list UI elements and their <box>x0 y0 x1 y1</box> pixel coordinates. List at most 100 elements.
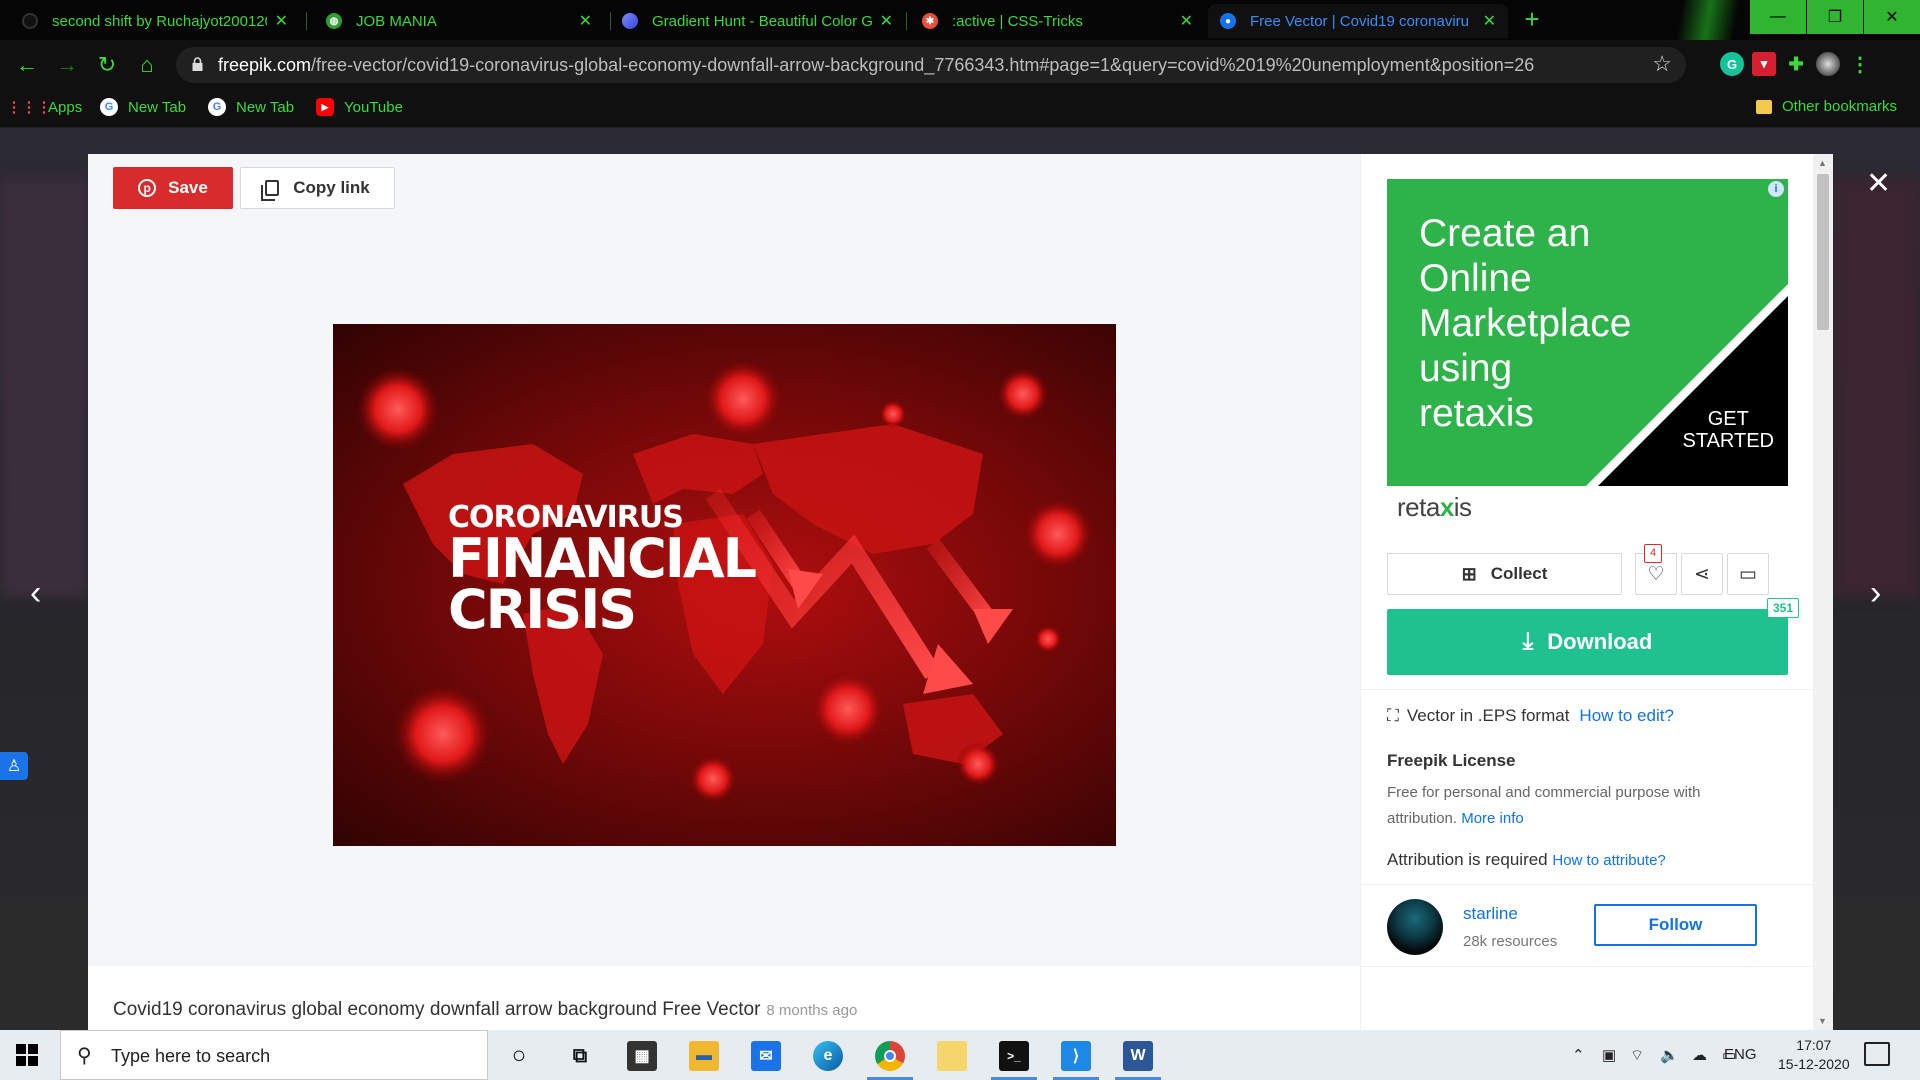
profile-avatar-icon[interactable] <box>1816 52 1840 76</box>
copy-link-button[interactable]: Copy link <box>240 167 395 209</box>
scroll-up-icon[interactable]: ▲ <box>1818 158 1827 168</box>
close-tab-icon[interactable]: ✕ <box>275 11 288 31</box>
advertisement-banner[interactable]: i Create an Online Marketplace using ret… <box>1387 179 1788 486</box>
likes-count-badge: 4 <box>1644 544 1662 563</box>
user-icon[interactable]: ♙ <box>0 752 28 780</box>
close-tab-icon[interactable]: ✕ <box>880 11 893 31</box>
format-text: Vector in .EPS format <box>1406 706 1570 725</box>
microsoft-store-icon[interactable]: ▦ <box>615 1034 669 1078</box>
author-avatar[interactable] <box>1387 899 1443 955</box>
previous-arrow-icon[interactable]: ‹ <box>30 576 41 610</box>
how-to-attribute-link[interactable]: How to attribute? <box>1552 852 1665 869</box>
url-text: freepik.com/free-vector/covid19-coronavi… <box>218 55 1534 76</box>
show-hidden-icons-chevron-icon[interactable]: ⌃ <box>1572 1046 1585 1064</box>
bookmark-new-tab-1[interactable]: G New Tab <box>100 98 186 116</box>
ad-cta-line: GET <box>1707 408 1749 430</box>
author-resources: 28k resources <box>1463 933 1558 950</box>
grammarly-icon[interactable]: G <box>1720 52 1744 76</box>
home-icon[interactable]: ⌂ <box>134 52 160 78</box>
ad-info-icon[interactable]: i <box>1768 181 1784 197</box>
terminal-icon[interactable]: >_ <box>987 1034 1041 1080</box>
pocket-icon[interactable]: ▾ <box>1752 52 1776 76</box>
tab-4[interactable]: ✱ :active | CSS-Tricks ✕ <box>910 4 1205 38</box>
word-icon[interactable]: W <box>1111 1034 1165 1080</box>
forward-arrow-icon[interactable]: → <box>54 52 80 78</box>
vector-format-icon: ⛶ <box>1387 706 1399 725</box>
license-description: Free for personal and commercial purpose… <box>1387 780 1767 832</box>
edge-icon[interactable]: e <box>801 1034 855 1078</box>
device-icon[interactable]: ▣ <box>1602 1046 1616 1064</box>
windows-start-icon[interactable] <box>16 1044 38 1066</box>
next-arrow-icon[interactable]: › <box>1870 576 1881 610</box>
how-to-edit-link[interactable]: How to edit? <box>1579 706 1674 726</box>
taskbar-search-box[interactable]: ⚲ Type here to search <box>60 1030 488 1080</box>
mail-icon[interactable]: ✉ <box>739 1034 793 1078</box>
modal-scrollbar[interactable]: ▲ ▼ <box>1813 154 1833 1030</box>
close-tab-icon[interactable]: ✕ <box>1483 11 1496 31</box>
download-button[interactable]: ⤓ Download <box>1387 609 1788 675</box>
chrome-taskbar-icon[interactable] <box>863 1034 917 1080</box>
scrollbar-thumb[interactable] <box>1817 174 1829 330</box>
menu-dots-icon[interactable]: ⋮ <box>1848 52 1872 76</box>
bookmark-apps[interactable]: ⋮⋮⋮ Apps <box>7 98 83 117</box>
bookmark-other[interactable]: Other bookmarks <box>1756 98 1897 115</box>
tab-title: Gradient Hunt - Beautiful Color G <box>652 12 872 30</box>
tab-3[interactable]: Gradient Hunt - Beautiful Color G ✕ <box>610 4 905 38</box>
comment-button[interactable]: ▭ <box>1727 553 1769 595</box>
close-window-icon[interactable]: ✕ <box>1864 0 1920 34</box>
author-name-link[interactable]: starline <box>1463 904 1518 924</box>
tab-1[interactable]: second shift by Ruchajyot200120 ✕ <box>10 4 300 38</box>
more-info-link[interactable]: More info <box>1461 810 1524 827</box>
published-ago: 8 months ago <box>766 1002 858 1019</box>
tab-2[interactable]: ◍ JOB MANIA ✕ <box>314 4 604 38</box>
share-icon: ⋖ <box>1694 563 1710 585</box>
extensions-puzzle-icon[interactable]: ✚ <box>1784 52 1808 76</box>
ad-logo: retaxis <box>1397 492 1472 523</box>
back-arrow-icon[interactable]: ← <box>14 52 40 78</box>
heart-icon: ♡ <box>1647 563 1665 585</box>
restore-icon[interactable]: ❐ <box>1807 0 1863 34</box>
bookmark-new-tab-2[interactable]: G New Tab <box>208 98 294 116</box>
github-icon <box>22 13 38 29</box>
minimize-icon[interactable]: — <box>1750 0 1806 34</box>
search-placeholder: Type here to search <box>111 1046 271 1066</box>
volume-icon[interactable]: 🔈 <box>1660 1046 1679 1064</box>
pinterest-icon: p <box>138 179 157 197</box>
close-modal-icon[interactable]: ✕ <box>1866 166 1891 201</box>
image-headline: CORONAVIRUS FINANCIAL CRISIS <box>448 503 757 637</box>
ad-logo-part: is <box>1453 492 1472 522</box>
notification-center-icon[interactable] <box>1864 1042 1890 1066</box>
bookmark-youtube[interactable]: ▶ YouTube <box>316 98 403 116</box>
ad-cta[interactable]: GET STARTED <box>1683 408 1775 452</box>
scroll-down-icon[interactable]: ▼ <box>1818 1016 1827 1026</box>
gradient-hunt-icon <box>622 13 638 29</box>
network-icon[interactable]: ⌔ <box>1630 1046 1644 1065</box>
bookmark-star-icon[interactable]: ☆ <box>1652 51 1672 77</box>
language-indicator-text[interactable]: ENG <box>1724 1046 1757 1063</box>
close-tab-icon[interactable]: ✕ <box>1180 11 1193 31</box>
sticky-notes-icon[interactable] <box>925 1034 979 1078</box>
tab-title: JOB MANIA <box>356 12 437 30</box>
bookmark-label: YouTube <box>344 98 403 116</box>
task-view-icon[interactable]: ⧉ <box>553 1034 607 1078</box>
license-title: Freepik License <box>1387 751 1516 770</box>
cortana-icon[interactable]: ○ <box>492 1034 546 1078</box>
new-tab-plus-icon[interactable]: + <box>1518 6 1546 34</box>
share-button[interactable]: ⋖ <box>1681 553 1723 595</box>
navigation-bar: ← → ↻ ⌂ freepik.com/free-vector/covid19-… <box>0 40 1920 90</box>
resource-modal: p Save Copy link CORONAVIRUS FINANCIAL C… <box>88 154 1833 1030</box>
vscode-icon[interactable]: ⟩ <box>1049 1034 1103 1080</box>
collect-button[interactable]: ⊞ Collect <box>1387 553 1622 595</box>
address-bar[interactable]: freepik.com/free-vector/covid19-coronavi… <box>176 47 1686 83</box>
onedrive-cloud-icon[interactable]: ☁ <box>1692 1046 1707 1064</box>
tab-5-active[interactable]: ● Free Vector | Covid19 coronaviru ✕ <box>1208 4 1508 38</box>
file-explorer-icon[interactable]: ▬ <box>677 1034 731 1078</box>
pinterest-save-button[interactable]: p Save <box>113 167 233 209</box>
preview-image[interactable]: CORONAVIRUS FINANCIAL CRISIS <box>333 324 1116 846</box>
reload-icon[interactable]: ↻ <box>94 52 120 78</box>
system-clock[interactable]: 17:07 15-12-2020 <box>1778 1036 1850 1074</box>
close-tab-icon[interactable]: ✕ <box>579 11 592 31</box>
follow-button[interactable]: Follow <box>1594 904 1757 946</box>
follow-label: Follow <box>1648 915 1703 934</box>
tab-divider <box>906 12 907 30</box>
